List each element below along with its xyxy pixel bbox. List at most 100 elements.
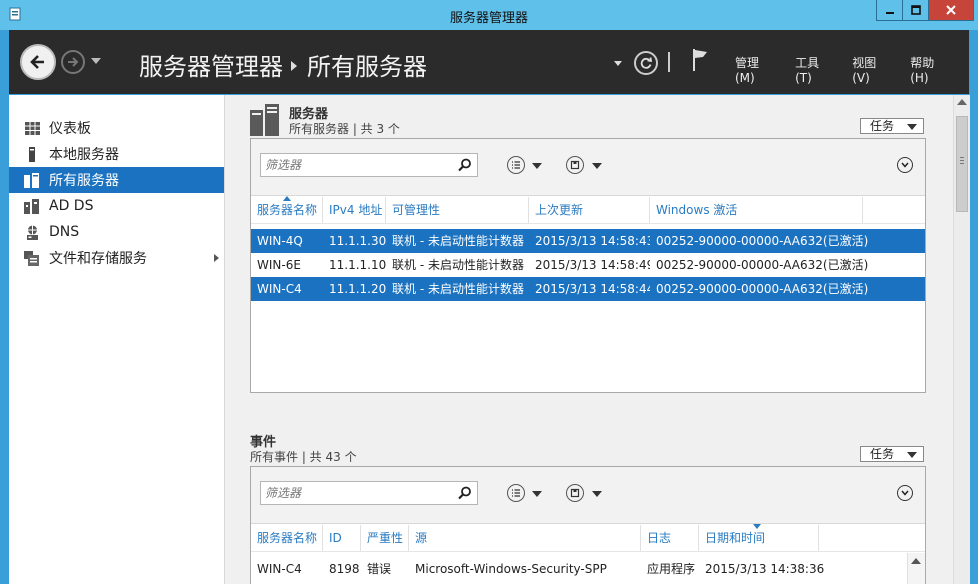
local-server-icon (24, 146, 40, 162)
save-icon (570, 488, 580, 498)
column-last-update[interactable]: 上次更新 (529, 197, 650, 223)
events-filter-input[interactable] (261, 482, 457, 504)
cell-ipv4: 11.1.1.30 (329, 234, 386, 248)
events-panel: 服务器名称 ID 严重性 源 日志 日期和时间 WIN-C4 8198 错误 M… (250, 466, 926, 584)
dashboard-icon (24, 120, 40, 136)
file-storage-icon (24, 250, 40, 266)
cell-last-update: 2015/3/13 14:58:49 (535, 258, 650, 272)
breadcrumb-root[interactable]: 服务器管理器 (139, 53, 283, 81)
column-label: 日志 (647, 531, 672, 545)
expand-arrow-icon[interactable] (214, 254, 219, 262)
main-scrollbar[interactable] (953, 95, 971, 584)
cell-windows-activation: 00252-90000-00000-AA632(已激活) (656, 282, 869, 296)
breadcrumb-separator-icon (291, 61, 297, 71)
arrow-left-icon (30, 55, 44, 69)
refresh-button[interactable] (634, 51, 658, 75)
maximize-button[interactable] (902, 0, 929, 21)
events-list-options-button[interactable] (507, 484, 525, 502)
sidebar-item-dashboard[interactable]: 仪表板 (9, 115, 224, 141)
cell-date-time: 2015/3/13 14:38:36 (705, 562, 825, 576)
sidebar-item-file-storage[interactable]: 文件和存储服务 (9, 245, 224, 271)
sidebar-item-all-servers[interactable]: 所有服务器 (9, 167, 224, 193)
events-table-scrollbar[interactable] (907, 553, 925, 584)
menu-help[interactable]: 帮助(H) (910, 54, 951, 85)
arrow-right-icon (68, 57, 79, 67)
column-log[interactable]: 日志 (641, 525, 699, 551)
scrollbar-thumb[interactable] (956, 116, 968, 212)
cell-manageability: 联机 - 未启动性能计数器 (392, 258, 524, 272)
close-button[interactable] (928, 0, 974, 21)
list-options-dropdown-icon[interactable] (532, 163, 542, 169)
window-border (970, 30, 978, 584)
scroll-up-icon[interactable] (911, 558, 921, 564)
cell-server-name: WIN-4Q (257, 234, 303, 248)
table-row[interactable]: WIN-C4 11.1.1.20 联机 - 未启动性能计数器 2015/3/13… (251, 277, 925, 301)
servers-collapse-button[interactable] (897, 157, 913, 173)
forward-button[interactable] (61, 50, 85, 74)
save-query-dropdown-icon[interactable] (592, 491, 602, 497)
chevron-down-circle-icon (901, 162, 909, 168)
servers-panel: 服务器名称 IPv4 地址 可管理性 上次更新 Windows 激活 WIN-4… (250, 138, 926, 393)
scroll-up-icon[interactable] (957, 99, 967, 105)
column-severity[interactable]: 严重性 (361, 525, 409, 551)
minimize-icon (885, 12, 894, 14)
column-windows-activation[interactable]: Windows 激活 (650, 197, 863, 223)
column-date-time[interactable]: 日期和时间 (699, 524, 819, 551)
sort-ascending-icon (283, 196, 291, 201)
save-icon (570, 160, 580, 170)
servers-toolbar (251, 139, 925, 196)
table-row[interactable]: WIN-4Q 11.1.1.30 联机 - 未启动性能计数器 2015/3/13… (251, 229, 925, 253)
column-label: 服务器名称 (257, 203, 318, 217)
column-server-name[interactable]: 服务器名称 (251, 196, 323, 223)
cell-severity: 错误 (367, 562, 392, 576)
servers-section-subtitle: 所有服务器 | 共 3 个 (289, 122, 400, 136)
servers-filter-input[interactable] (261, 154, 457, 176)
chevron-down-circle-icon (901, 490, 909, 496)
servers-save-query-button[interactable] (566, 156, 584, 174)
notifications-flag-icon[interactable] (691, 48, 709, 72)
column-server-name[interactable]: 服务器名称 (251, 525, 323, 551)
breadcrumb: 服务器管理器 所有服务器 (139, 47, 427, 82)
menu-tools[interactable]: 工具(T) (795, 54, 834, 85)
column-label: ID (329, 531, 342, 545)
all-servers-icon (24, 172, 40, 188)
events-save-query-button[interactable] (566, 484, 584, 502)
table-row[interactable]: WIN-C4 8198 错误 Microsoft-Windows-Securit… (251, 557, 925, 581)
minimize-button[interactable] (876, 0, 903, 21)
menu-view[interactable]: 视图(V) (852, 54, 892, 85)
column-source[interactable]: 源 (409, 525, 641, 551)
sidebar-item-dns[interactable]: DNS (9, 219, 224, 245)
column-ipv4[interactable]: IPv4 地址 (323, 197, 386, 223)
sidebar-item-ad-ds[interactable]: AD DS (9, 193, 224, 219)
column-manageability[interactable]: 可管理性 (386, 197, 529, 223)
back-button[interactable] (20, 44, 56, 80)
column-id[interactable]: ID (323, 525, 361, 551)
menu-manage[interactable]: 管理(M) (735, 54, 777, 85)
cell-ipv4: 11.1.1.20 (329, 282, 386, 296)
column-label: 服务器名称 (257, 531, 318, 545)
sidebar-item-label: 所有服务器 (49, 173, 119, 189)
sort-descending-icon (753, 524, 761, 529)
list-options-dropdown-icon[interactable] (532, 491, 542, 497)
events-collapse-button[interactable] (897, 485, 913, 501)
servers-tasks-dropdown[interactable]: 任务 (860, 118, 924, 134)
save-query-dropdown-icon[interactable] (592, 163, 602, 169)
breadcrumb-dropdown-icon[interactable] (614, 61, 622, 66)
maximize-icon (910, 5, 921, 15)
search-icon[interactable] (458, 158, 472, 172)
toolbar-divider (668, 52, 670, 72)
list-icon (512, 489, 520, 497)
sidebar: 仪表板 本地服务器 所有服务器 AD DS DNS 文件和存储服务 (9, 95, 225, 584)
cell-windows-activation: 00252-90000-00000-AA632(已激活) (656, 258, 869, 272)
table-row[interactable]: WIN-6E 11.1.1.10 联机 - 未启动性能计数器 2015/3/13… (251, 253, 925, 277)
header-bar: 服务器管理器 所有服务器 管理(M) 工具(T) 视图(V) 帮助(H) (9, 30, 969, 94)
sidebar-item-local-server[interactable]: 本地服务器 (9, 141, 224, 167)
search-icon[interactable] (458, 486, 472, 500)
events-tasks-dropdown[interactable]: 任务 (860, 446, 924, 462)
column-label: 上次更新 (535, 203, 584, 217)
servers-column-header: 服务器名称 IPv4 地址 可管理性 上次更新 Windows 激活 (251, 196, 925, 224)
servers-list-options-button[interactable] (507, 156, 525, 174)
window-title: 服务器管理器 (449, 11, 528, 26)
history-dropdown-icon[interactable] (91, 58, 101, 64)
breadcrumb-current: 所有服务器 (307, 53, 427, 81)
